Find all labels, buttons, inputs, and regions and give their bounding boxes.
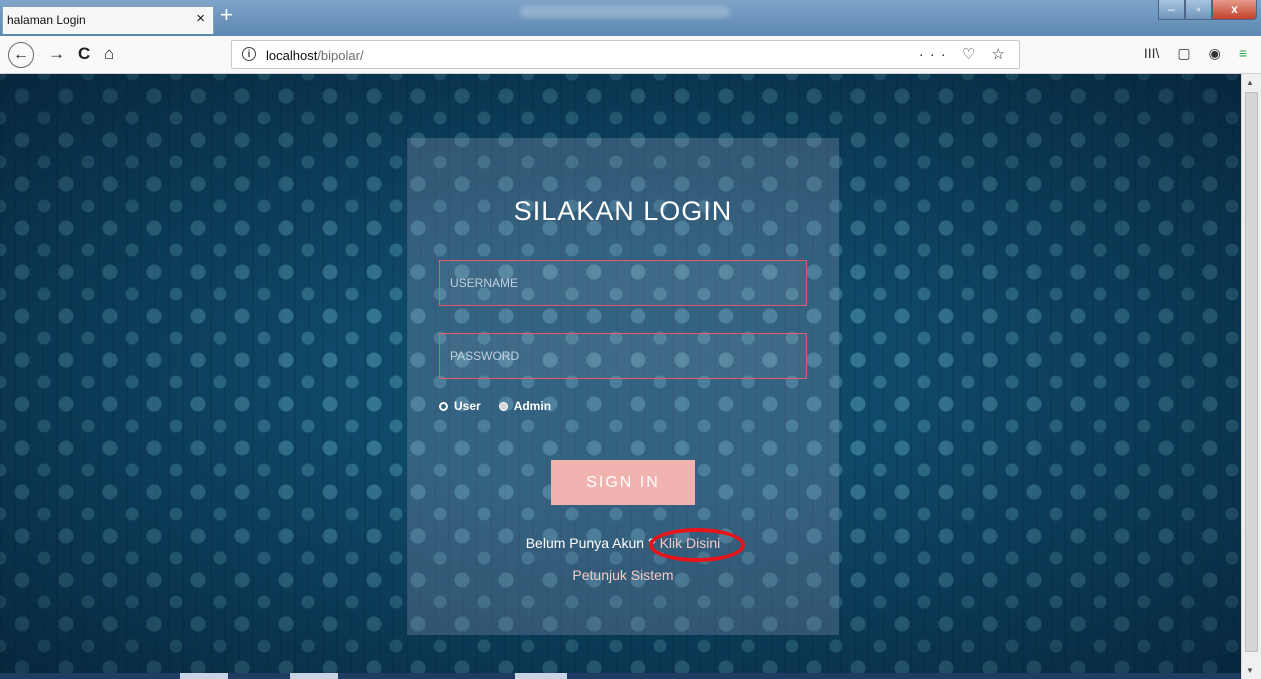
taskbar-item[interactable] xyxy=(180,673,228,679)
scroll-down-icon[interactable]: ▼ xyxy=(1246,666,1254,675)
address-bar[interactable]: i localhost/bipolar/ ··· ♡ ☆ xyxy=(231,40,1020,69)
url-text: localhost/bipolar/ xyxy=(266,48,364,63)
url-host: localhost xyxy=(266,48,318,63)
forward-button[interactable]: → xyxy=(48,45,65,63)
window-titlebar: halaman Login × + – ▫ x xyxy=(0,0,1261,36)
taskbar xyxy=(0,673,1241,679)
role-admin-radio[interactable] xyxy=(498,401,508,411)
role-admin-label: Admin xyxy=(513,399,552,413)
close-window-button[interactable]: x xyxy=(1212,0,1257,20)
minimize-button[interactable]: – xyxy=(1158,0,1185,20)
role-selector: User Admin xyxy=(439,399,551,413)
page-scrollbar[interactable]: ▲ ▼ xyxy=(1241,74,1261,679)
reload-button[interactable]: C xyxy=(78,45,90,63)
tab-title: halaman Login xyxy=(7,13,86,27)
toolbar-right: III\ ▢ ◉ ≡ xyxy=(1144,45,1247,62)
browser-tab[interactable]: halaman Login × xyxy=(2,6,214,34)
url-path: /bipolar/ xyxy=(317,48,364,63)
new-tab-button[interactable]: + xyxy=(220,4,233,26)
window-caption xyxy=(520,6,730,18)
role-user-label: User xyxy=(454,399,481,413)
role-user-radio[interactable] xyxy=(439,401,448,411)
page-background: SILAKAN LOGIN User Admin SIGN IN Belum P… xyxy=(0,74,1241,679)
maximize-button[interactable]: ▫ xyxy=(1185,0,1212,20)
taskbar-item[interactable] xyxy=(290,673,338,679)
back-button[interactable]: ← xyxy=(8,42,34,68)
page-actions-icons[interactable]: ··· ♡ ☆ xyxy=(919,45,1011,63)
site-info-icon[interactable]: i xyxy=(242,47,256,61)
sidebar-icon[interactable]: ▢ xyxy=(1177,45,1190,62)
no-account-text: Belum Punya Akun ? xyxy=(525,535,656,551)
register-prompt: Belum Punya Akun ? Klik Disini xyxy=(407,535,839,551)
tab-close-button[interactable]: × xyxy=(196,10,205,27)
scroll-thumb[interactable] xyxy=(1245,92,1258,652)
register-link[interactable]: Klik Disini xyxy=(660,535,721,551)
login-card: SILAKAN LOGIN User Admin SIGN IN Belum P… xyxy=(407,138,839,635)
scroll-up-icon[interactable]: ▲ xyxy=(1246,78,1254,87)
account-icon[interactable]: ◉ xyxy=(1209,45,1221,62)
username-input[interactable] xyxy=(439,260,807,306)
window-controls: – ▫ x xyxy=(1158,0,1257,22)
library-icon[interactable]: III\ xyxy=(1144,45,1160,62)
password-input[interactable] xyxy=(439,333,807,379)
menu-icon[interactable]: ≡ xyxy=(1239,45,1247,62)
system-guide-link[interactable]: Petunjuk Sistem xyxy=(407,567,839,583)
sign-in-button[interactable]: SIGN IN xyxy=(551,460,695,505)
home-button[interactable]: ⌂ xyxy=(104,45,114,63)
taskbar-item[interactable] xyxy=(515,673,567,679)
login-title: SILAKAN LOGIN xyxy=(513,196,733,226)
navigation-bar: ← → C ⌂ i localhost/bipolar/ ··· ♡ ☆ III… xyxy=(0,36,1261,74)
